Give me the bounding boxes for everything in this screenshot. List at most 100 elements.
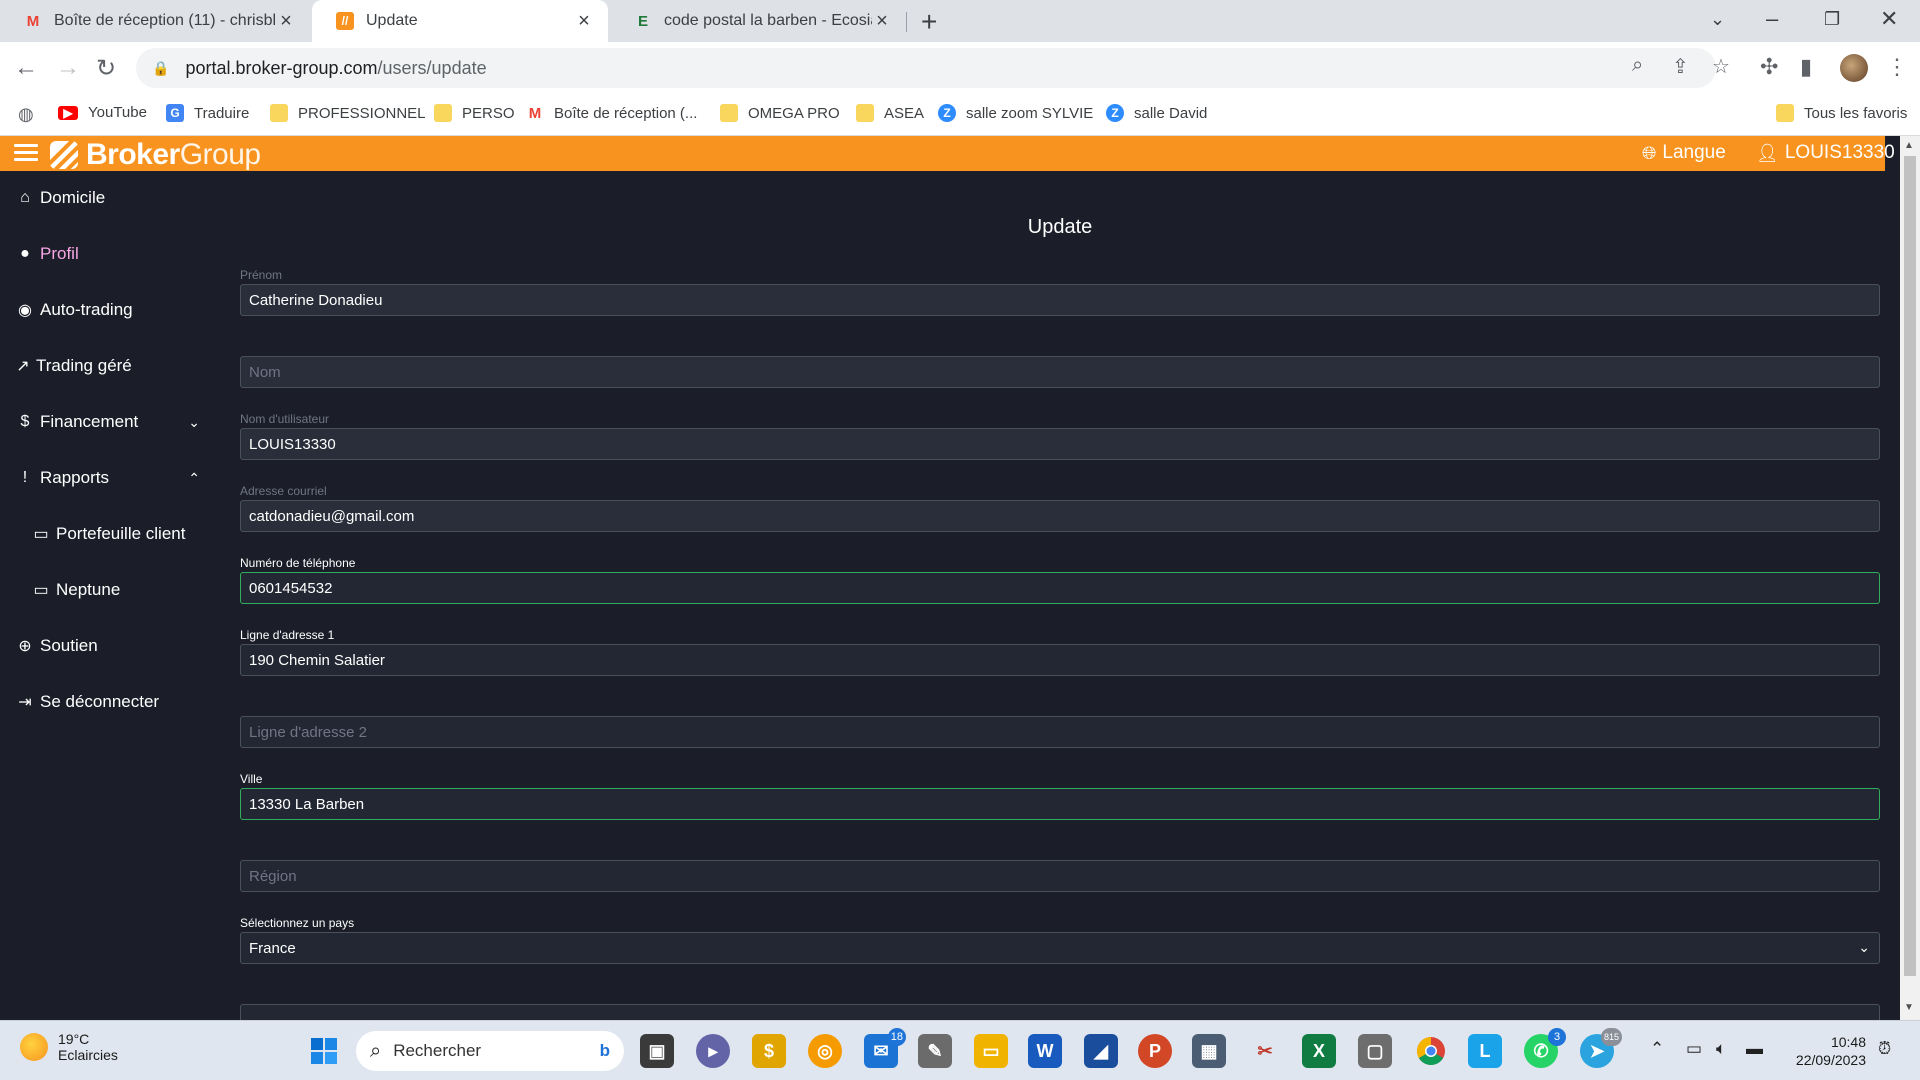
bookmark-asea[interactable]: ASEA [856, 104, 924, 122]
bookmark-gmail[interactable]: M Boîte de réception (... [526, 104, 698, 122]
folder-icon [720, 104, 738, 122]
mail-icon[interactable]: ✉ 18 [864, 1028, 906, 1068]
profile-avatar[interactable] [1840, 54, 1868, 82]
teams-chat-icon[interactable]: ▸ [696, 1034, 730, 1068]
tab-gmail[interactable]: M Boîte de réception (11) - chrisblin × [0, 0, 310, 42]
tab-ecosia[interactable]: E code postal la barben - Ecosia - W × [610, 0, 906, 42]
brand-logo[interactable]: BrokerGroup [50, 138, 261, 172]
sidebar-item-financement[interactable]: $ Financement ⌄ [0, 402, 220, 442]
bookmark-zoom-sylvie[interactable]: Zsalle zoom SYLVIE [938, 104, 1093, 122]
chrome-icon[interactable] [1414, 1034, 1448, 1068]
taskbar-search[interactable]: ⌕ Rechercher b [356, 1031, 624, 1071]
bookmark-omega-pro[interactable]: OMEGA PRO [720, 104, 840, 122]
file-explorer-icon[interactable]: ▭ [974, 1034, 1008, 1068]
calculator-icon[interactable]: ▦ [1192, 1034, 1226, 1068]
sidebar-item-domicile[interactable]: ⌂ Domicile [0, 178, 220, 218]
menu-icon[interactable] [14, 144, 38, 162]
sidebar-item-portefeuille-client[interactable]: ▭ Portefeuille client [0, 514, 220, 554]
sidebar-item-trading-gere[interactable]: ↗ Trading géré [0, 346, 220, 386]
apps-icon[interactable]: ◍ [18, 104, 34, 125]
reload-button[interactable]: ↻ [96, 54, 116, 83]
bookmark-youtube[interactable]: ▶ YouTube [58, 104, 147, 121]
sidebar-item-auto-trading[interactable]: ◉ Auto-trading [0, 290, 220, 330]
sticky-note-icon[interactable]: $ [752, 1034, 786, 1068]
scroll-up-arrow[interactable]: ▲ [1904, 140, 1914, 151]
last-name-input[interactable]: Nom [240, 356, 1880, 388]
tab-search-chevron-icon[interactable]: ⌄ [1710, 9, 1725, 30]
bookmark-professionnel[interactable]: PROFESSIONNEL [270, 104, 426, 122]
close-icon[interactable]: × [872, 10, 892, 33]
field-label: Nom d'utilisateur [240, 412, 329, 426]
sidebar-item-label: Portefeuille client [56, 524, 186, 543]
close-icon[interactable]: × [276, 10, 296, 33]
tray-chevron-icon[interactable]: ⌃ [1650, 1039, 1664, 1059]
app-circle-icon[interactable]: ◎ [808, 1034, 842, 1068]
weather-sun-icon [20, 1033, 48, 1061]
back-button[interactable]: ← [14, 54, 38, 82]
window-close-button[interactable]: ✕ [1880, 6, 1898, 32]
chrome-menu-icon[interactable]: ⋮ [1886, 54, 1908, 80]
search-icon: ⌕ [370, 1039, 382, 1062]
snipping-tool-icon[interactable]: ✂ [1248, 1034, 1282, 1068]
address2-input[interactable]: Ligne d'adresse 2 [240, 716, 1880, 748]
bookmark-star-icon[interactable]: ☆ [1712, 54, 1730, 79]
bookmark-traduire[interactable]: G Traduire [166, 104, 249, 122]
gimp-icon[interactable]: ✎ [918, 1034, 952, 1068]
drawing-app-icon[interactable]: ◢ [1084, 1034, 1118, 1068]
country-select[interactable]: France [240, 932, 1880, 964]
task-view-icon[interactable]: ▣ [640, 1034, 674, 1068]
sidebar-item-neptune[interactable]: ▭ Neptune [0, 570, 220, 610]
tab-update[interactable]: // Update × [312, 0, 608, 42]
chevron-up-icon: ⌃ [188, 469, 200, 486]
powerpoint-icon[interactable]: P [1138, 1034, 1172, 1068]
whatsapp-badge: 3 [1548, 1028, 1566, 1046]
sidebar-item-se-deconnecter[interactable]: ⇥ Se déconnecter [0, 682, 220, 722]
address-bar[interactable]: 🔒 portal.broker-group.com/users/update [136, 48, 1716, 88]
all-bookmarks[interactable]: Tous les favoris [1776, 104, 1907, 122]
new-tab-button[interactable]: + [921, 6, 937, 38]
restore-button[interactable]: ❐ [1824, 9, 1840, 30]
extensions-icon[interactable]: ✣ [1760, 54, 1778, 80]
bookmark-perso[interactable]: PERSO [434, 104, 515, 122]
forward-button[interactable]: → [56, 54, 80, 82]
first-name-input[interactable]: Catherine Donadieu [240, 284, 1880, 316]
whatsapp-icon[interactable]: ✆ 3 [1524, 1028, 1566, 1068]
side-panel-icon[interactable]: ▮ [1800, 54, 1812, 80]
mail-badge: 18 [887, 1028, 906, 1046]
volume-icon[interactable]: 🔈︎ [1716, 1039, 1726, 1059]
windows-start-icon[interactable] [307, 1034, 341, 1068]
sidebar-item-profil[interactable]: ● Profil [0, 234, 220, 274]
sidebar-item-soutien[interactable]: ⊕ Soutien [0, 626, 220, 666]
close-icon[interactable]: × [574, 10, 594, 33]
excel-icon[interactable]: X [1302, 1034, 1336, 1068]
network-icon[interactable]: ▭ [1686, 1039, 1702, 1059]
battery-icon[interactable]: ▬ [1746, 1039, 1763, 1059]
minimize-button[interactable]: – [1766, 6, 1778, 32]
notification-icon[interactable]: ⏰︎ [1878, 1039, 1891, 1059]
sidebar-item-rapports[interactable]: ! Rapports ⌃ [0, 458, 220, 498]
l-app-icon[interactable]: L [1468, 1034, 1502, 1068]
email-input[interactable]: catdonadieu@gmail.com [240, 500, 1880, 532]
region-input[interactable]: Région [240, 860, 1880, 892]
scrollbar-thumb[interactable] [1904, 156, 1916, 976]
page-scrollbar[interactable]: ▲ ▼ [1900, 136, 1920, 1020]
scroll-down-arrow[interactable]: ▼ [1904, 1002, 1914, 1013]
telegram-badge: 815 [1600, 1028, 1622, 1046]
photos-icon[interactable]: ▢ [1358, 1034, 1392, 1068]
telegram-icon[interactable]: ➤ 815 [1580, 1028, 1622, 1068]
share-icon[interactable]: ⇪ [1672, 54, 1689, 79]
address1-input[interactable]: 190 Chemin Salatier [240, 644, 1880, 676]
system-clock[interactable]: 10:48 22/09/2023 [1786, 1033, 1866, 1069]
username-input[interactable]: LOUIS13330 [240, 428, 1880, 460]
weather-widget[interactable]: 19°C Eclaircies [20, 1031, 118, 1063]
zoom-icon[interactable]: ⌕ [1632, 54, 1643, 77]
word-icon[interactable]: W [1028, 1034, 1062, 1068]
phone-input[interactable]: 0601454532 [240, 572, 1880, 604]
language-menu[interactable]: 🌐︎ Langue [1642, 142, 1726, 164]
city-input[interactable]: 13330 La Barben [240, 788, 1880, 820]
user-menu[interactable]: 👤︎ LOUIS13330 [1756, 142, 1895, 164]
logout-icon: ⇥ [18, 694, 32, 711]
field-label: Prénom [240, 268, 283, 282]
bookmark-salle-david[interactable]: Zsalle David [1106, 104, 1207, 122]
partial-input[interactable] [240, 1004, 1880, 1020]
